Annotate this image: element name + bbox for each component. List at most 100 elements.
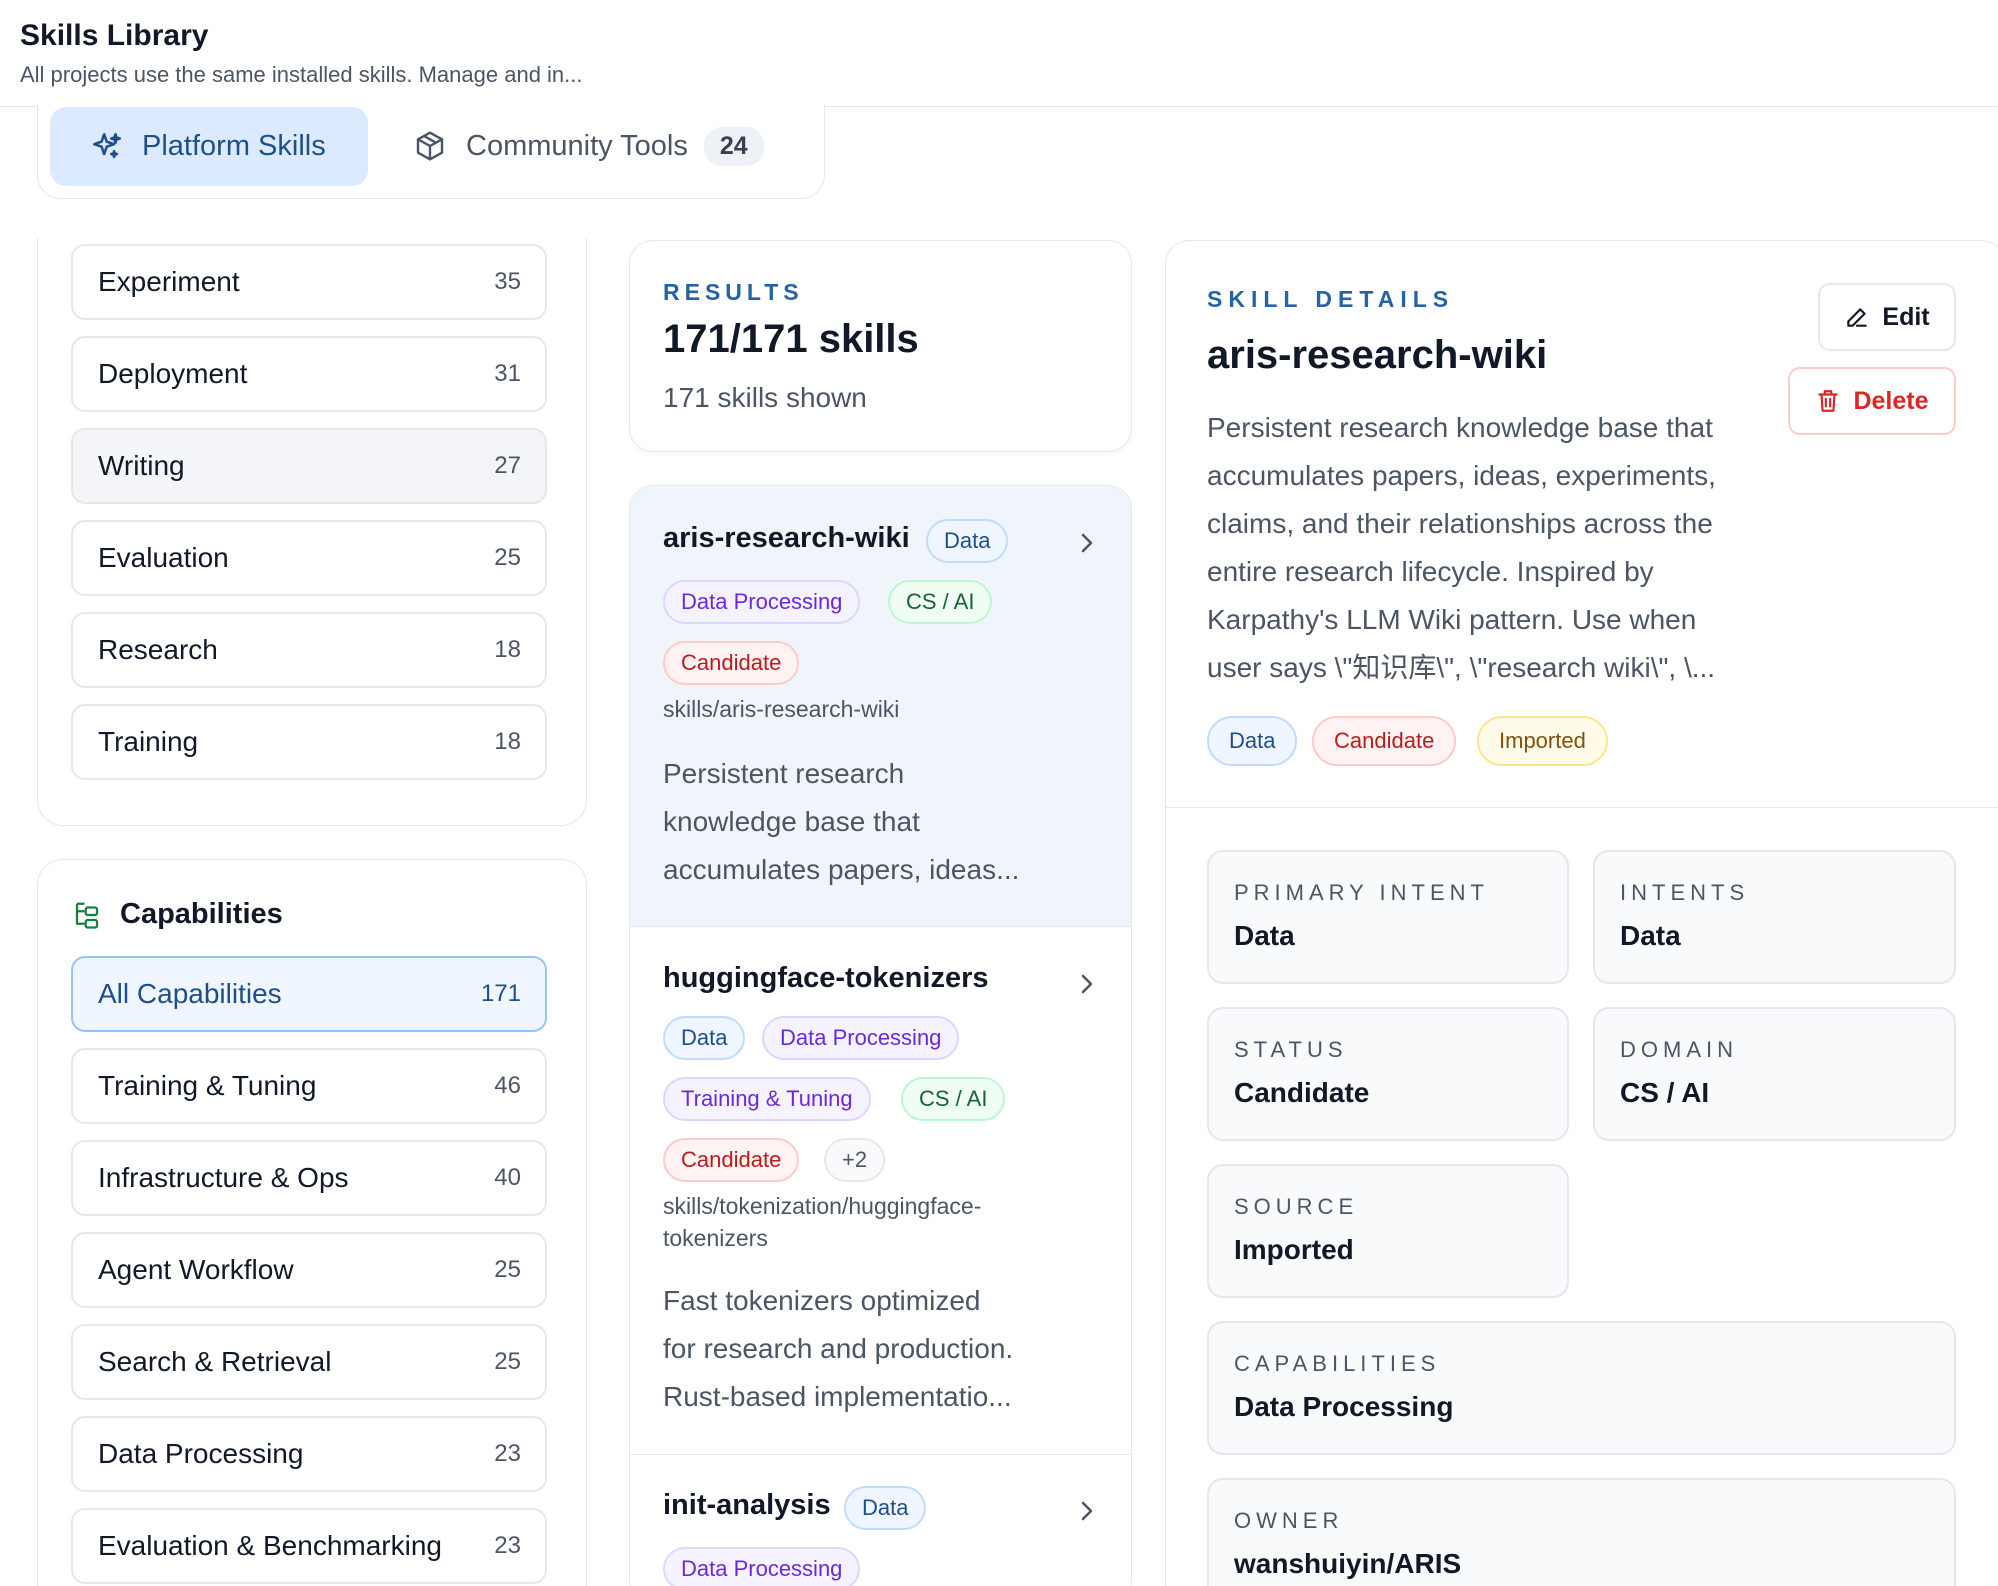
chevron-right-icon [1081, 974, 1093, 994]
capability-item-training-tuning[interactable]: Training & Tuning 46 [71, 1048, 547, 1124]
capabilities-heading: Capabilities [72, 898, 283, 931]
capability-item-search-retrieval[interactable]: Search & Retrieval 25 [71, 1324, 547, 1400]
edit-button[interactable]: Edit [1818, 283, 1956, 351]
tag-domain: CS / AI [901, 1077, 1006, 1121]
skills-list: aris-research-wiki Data Data Processing … [629, 485, 1132, 1586]
field-intents: INTENTS Data [1593, 850, 1956, 984]
tag-intent: Data [663, 1016, 746, 1060]
capability-item-all[interactable]: All Capabilities 171 [71, 956, 547, 1032]
detail-badge-status: Candidate [1312, 716, 1457, 766]
capability-item-data-processing[interactable]: Data Processing 23 [71, 1416, 547, 1492]
field-label: CAPABILITIES [1234, 1351, 1441, 1376]
skill-name: aris-research-wiki [663, 522, 910, 554]
capability-item-infrastructure-ops[interactable]: Infrastructure & Ops 40 [71, 1140, 547, 1216]
edit-label: Edit [1882, 302, 1930, 331]
results-shown: 171 skills shown [663, 382, 867, 413]
delete-button[interactable]: Delete [1788, 367, 1956, 435]
results-summary: RESULTS 171/171 skills 171 skills shown [629, 240, 1132, 452]
tab-community-count: 24 [703, 127, 764, 166]
tag-status: Candidate [663, 1138, 800, 1182]
chevron-right-icon [1081, 1501, 1093, 1521]
field-value: CS / AI [1620, 1077, 1710, 1108]
category-item-research[interactable]: Research 18 [71, 612, 547, 688]
field-value: Data [1620, 920, 1681, 951]
page-title: Skills Library [20, 19, 209, 52]
path-line: skills/tokenization/huggingface- [663, 1193, 982, 1219]
skill-name: init-analysis [663, 1489, 831, 1521]
field-label: STATUS [1234, 1037, 1348, 1062]
desc-line: Rust-based implementatio... [663, 1381, 1012, 1412]
tab-community-tools[interactable]: Community Tools 24 [378, 107, 798, 186]
field-value: Imported [1234, 1234, 1354, 1265]
category-label: Experiment [98, 266, 240, 297]
desc-line: knowledge base that [663, 806, 920, 837]
desc-line: entire research lifecycle. Inspired by [1207, 556, 1654, 587]
page-subtitle: All projects use the same installed skil… [20, 62, 583, 87]
desc-line: for research and production. [663, 1333, 1014, 1364]
results-eyebrow: RESULTS [663, 279, 804, 305]
category-label: Research [98, 634, 218, 665]
path-line: tokenizers [663, 1225, 768, 1251]
skill-item-aris-research-wiki[interactable]: aris-research-wiki Data Data Processing … [630, 486, 1131, 927]
page-header: Skills Library All projects use the same… [0, 0, 1998, 107]
field-status: STATUS Candidate [1207, 1007, 1569, 1141]
category-count: 18 [494, 728, 521, 755]
category-count: 31 [494, 360, 521, 387]
field-label: PRIMARY INTENT [1234, 880, 1489, 905]
skill-item-init-analysis[interactable]: init-analysis Data Data Processing [630, 1455, 1131, 1586]
capability-count: 23 [494, 1440, 521, 1467]
desc-line: Persistent research knowledge base that [1207, 412, 1713, 443]
delete-label: Delete [1853, 386, 1929, 415]
desc-line: claims, and their relationships across t… [1207, 508, 1713, 539]
desc-line: accumulates papers, ideas... [663, 854, 1020, 885]
tag-domain: CS / AI [888, 580, 993, 624]
capabilities-title: Capabilities [120, 898, 283, 930]
skill-description: Persistent research knowledge base that … [663, 750, 1063, 894]
skill-item-huggingface-tokenizers[interactable]: huggingface-tokenizers Data Data Process… [630, 927, 1131, 1455]
detail-badge-source: Imported [1477, 716, 1608, 766]
field-value: wanshuiyin/ARIS [1234, 1548, 1462, 1579]
tag-more[interactable]: +2 [824, 1138, 886, 1182]
category-filter-panel: Experiment 35 Deployment 31 Writing 27 E… [37, 238, 587, 826]
capability-label: Evaluation & Benchmarking [98, 1530, 442, 1561]
desc-line: Persistent research [663, 758, 905, 789]
category-count: 27 [494, 452, 521, 479]
capability-label: Training & Tuning [98, 1070, 317, 1101]
field-owner: OWNER wanshuiyin/ARIS [1207, 1478, 1956, 1586]
capability-item-agent-workflow[interactable]: Agent Workflow 25 [71, 1232, 547, 1308]
tab-platform-skills[interactable]: Platform Skills [50, 107, 368, 186]
desc-line: Karpathy's LLM Wiki pattern. Use when [1207, 604, 1697, 635]
capability-count: 25 [494, 1256, 521, 1283]
cube-icon [414, 130, 448, 164]
category-label: Deployment [98, 358, 248, 389]
field-label: INTENTS [1620, 880, 1750, 905]
desc-line: user says \"知识库\", \"research wiki\", \.… [1207, 652, 1716, 683]
category-count: 18 [494, 636, 521, 663]
category-count: 25 [494, 544, 521, 571]
capability-count: 171 [480, 980, 521, 1007]
capability-item-evaluation-benchmarking[interactable]: Evaluation & Benchmarking 23 [71, 1508, 547, 1584]
field-capabilities: CAPABILITIES Data Processing [1207, 1321, 1956, 1455]
results-count: 171/171 skills [663, 317, 919, 361]
category-item-writing[interactable]: Writing 27 [71, 428, 547, 504]
skill-path: skills/aris-research-wiki [663, 696, 900, 722]
tag-capability: Training & Tuning [663, 1077, 871, 1121]
category-item-deployment[interactable]: Deployment 31 [71, 336, 547, 412]
field-domain: DOMAIN CS / AI [1593, 1007, 1956, 1141]
field-primary-intent: PRIMARY INTENT Data [1207, 850, 1569, 984]
tab-community-label: Community Tools [466, 130, 688, 162]
skill-name: huggingface-tokenizers [663, 962, 989, 994]
category-item-experiment[interactable]: Experiment 35 [71, 244, 547, 320]
tag-intent: Data [926, 519, 1009, 563]
category-item-evaluation[interactable]: Evaluation 25 [71, 520, 547, 596]
tree-structure-icon [72, 900, 102, 930]
category-count: 35 [494, 268, 521, 295]
detail-eyebrow: SKILL DETAILS [1207, 286, 1455, 312]
capability-label: Search & Retrieval [98, 1346, 332, 1377]
category-item-training[interactable]: Training 18 [71, 704, 547, 780]
detail-badge-intent: Data [1207, 716, 1298, 766]
capability-count: 23 [494, 1532, 521, 1559]
field-label: OWNER [1234, 1508, 1344, 1533]
chevron-right-icon [1081, 533, 1093, 553]
field-value: Candidate [1234, 1077, 1370, 1108]
